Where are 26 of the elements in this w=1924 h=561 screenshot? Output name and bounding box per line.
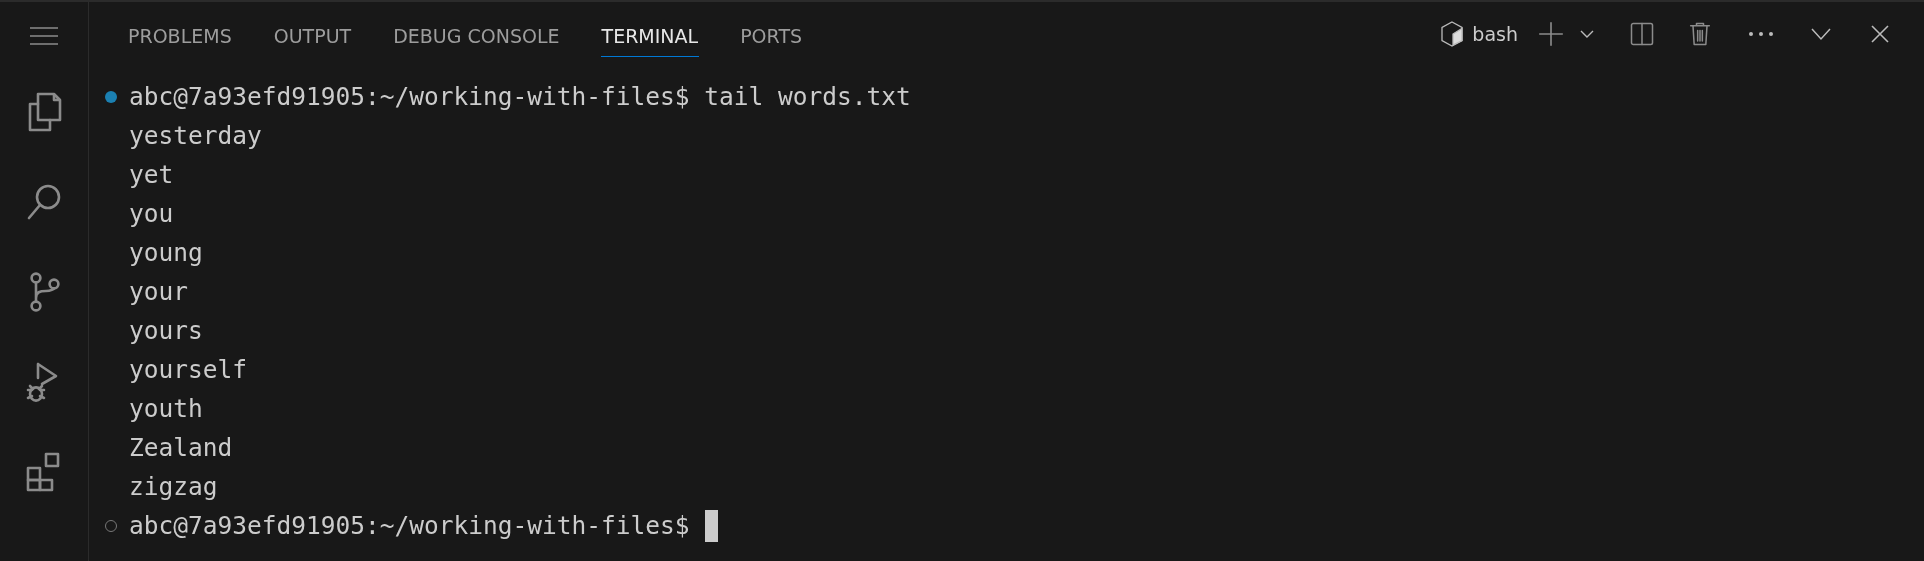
terminal-command: abc@7a93efd91905:~/working-with-files$ tail words.txt	[129, 82, 911, 111]
terminal-output: your	[129, 277, 188, 306]
terminal-command: abc@7a93efd91905:~/working-with-files$	[129, 511, 690, 540]
chevron-down-icon[interactable]	[1580, 29, 1594, 39]
more-icon[interactable]	[1748, 31, 1774, 37]
panel-tab[interactable]: TERMINAL	[600, 11, 700, 57]
terminal-output: yours	[129, 316, 203, 345]
shell-icon	[1440, 20, 1465, 48]
panel-tab[interactable]: OUTPUT	[272, 11, 353, 57]
terminal-output: zigzag	[129, 472, 218, 501]
terminal-output: you	[129, 199, 174, 228]
terminal-output: Zealand	[129, 433, 233, 462]
panel-tab[interactable]: PROBLEMS	[127, 11, 233, 57]
terminal-output: youth	[129, 394, 203, 423]
terminal-output: yesterday	[129, 121, 262, 150]
terminal-selector[interactable]: bash	[1436, 16, 1522, 52]
panel-tab[interactable]: PORTS	[739, 11, 804, 57]
chevron-down-icon[interactable]	[1810, 27, 1832, 41]
close-icon[interactable]	[1870, 24, 1890, 44]
terminal-output: young	[129, 238, 203, 267]
terminal-output: yet	[129, 160, 174, 189]
split-icon[interactable]	[1628, 20, 1656, 48]
add-icon[interactable]	[1536, 19, 1566, 49]
terminal-output: yourself	[129, 355, 247, 384]
menu-icon[interactable]	[29, 26, 59, 46]
panel-tab[interactable]: DEBUG CONSOLE	[392, 11, 561, 57]
